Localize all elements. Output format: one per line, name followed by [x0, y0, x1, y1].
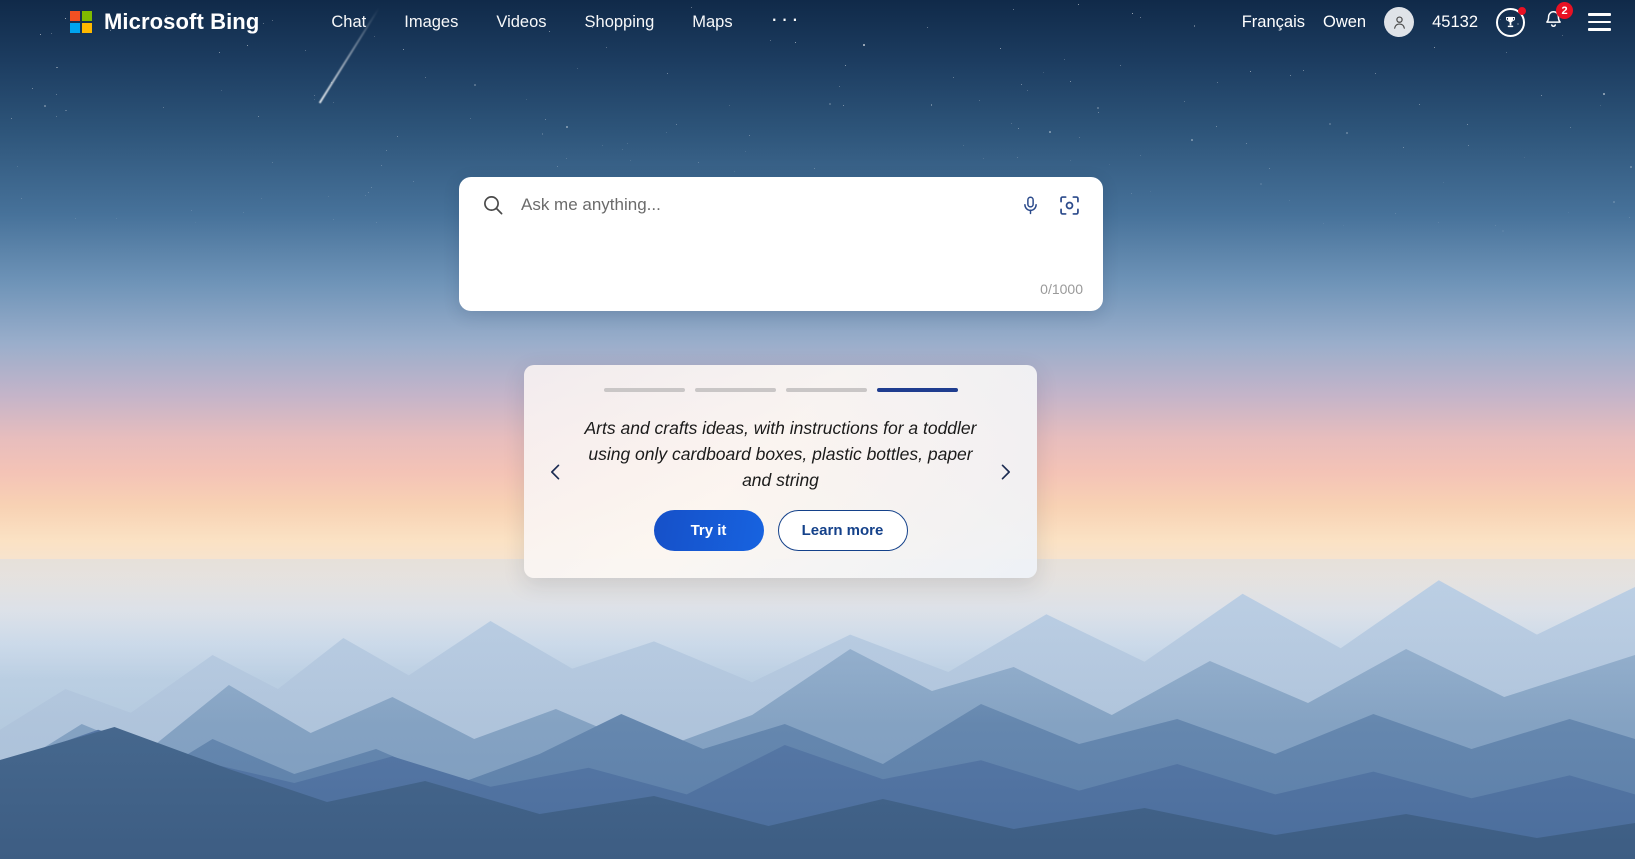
- search-input-row: [459, 177, 1103, 233]
- suggestion-card: Arts and crafts ideas, with instructions…: [524, 365, 1037, 578]
- notifications-button[interactable]: 2: [1543, 2, 1573, 35]
- microphone-icon[interactable]: [1020, 195, 1041, 216]
- rewards-trophy-icon: [1506, 16, 1515, 27]
- carousel-progress-bar-3[interactable]: [785, 388, 867, 392]
- carousel-next-button[interactable]: [991, 458, 1019, 486]
- chevron-right-icon: [1001, 464, 1010, 479]
- hamburger-menu-icon[interactable]: [1588, 13, 1611, 31]
- carousel-progress-bar-4[interactable]: [876, 388, 958, 392]
- carousel-progress-bar-1[interactable]: [603, 388, 685, 392]
- rewards-button[interactable]: [1496, 6, 1526, 37]
- carousel-progress: [603, 388, 958, 392]
- rewards-points[interactable]: 45132: [1432, 13, 1478, 32]
- microsoft-logo-icon: [70, 11, 92, 33]
- rewards-new-dot: [1518, 6, 1526, 15]
- account-name[interactable]: Owen: [1323, 13, 1366, 32]
- search-action-icons: [1020, 194, 1081, 217]
- visual-search-camera-icon[interactable]: [1058, 194, 1081, 217]
- person-icon: [1393, 15, 1405, 29]
- header-right-cluster: Français Owen 45132 2: [1242, 2, 1611, 37]
- nav-images[interactable]: Images: [404, 13, 458, 32]
- nav-videos[interactable]: Videos: [496, 13, 546, 32]
- chevron-left-icon: [551, 464, 560, 479]
- learn-more-button[interactable]: Learn more: [777, 510, 908, 551]
- search-panel: 0/1000: [459, 177, 1103, 311]
- search-input[interactable]: [521, 195, 1020, 215]
- try-it-button[interactable]: Try it: [653, 510, 764, 551]
- brand-title: Microsoft Bing: [104, 9, 260, 34]
- primary-nav: Chat Images Videos Shopping Maps ···: [331, 8, 802, 32]
- nav-shopping[interactable]: Shopping: [585, 13, 655, 32]
- character-counter: 0/1000: [1040, 281, 1083, 297]
- suggestion-card-actions: Try it Learn more: [653, 510, 908, 551]
- nav-maps[interactable]: Maps: [692, 13, 732, 32]
- carousel-progress-bar-2[interactable]: [694, 388, 776, 392]
- nav-chat[interactable]: Chat: [331, 13, 366, 32]
- nav-more-icon[interactable]: ···: [771, 8, 802, 31]
- suggestion-prompt-text: Arts and crafts ideas, with instructions…: [584, 418, 977, 490]
- language-selector[interactable]: Français: [1242, 13, 1305, 32]
- notifications-badge: 2: [1556, 2, 1573, 19]
- search-icon: [481, 193, 505, 217]
- top-header: Microsoft Bing Chat Images Videos Shoppi…: [0, 0, 1635, 44]
- bing-homepage: Microsoft Bing Chat Images Videos Shoppi…: [0, 0, 1635, 859]
- brand-logo-link[interactable]: Microsoft Bing: [70, 9, 259, 35]
- avatar[interactable]: [1384, 7, 1415, 37]
- carousel-prev-button[interactable]: [542, 458, 570, 486]
